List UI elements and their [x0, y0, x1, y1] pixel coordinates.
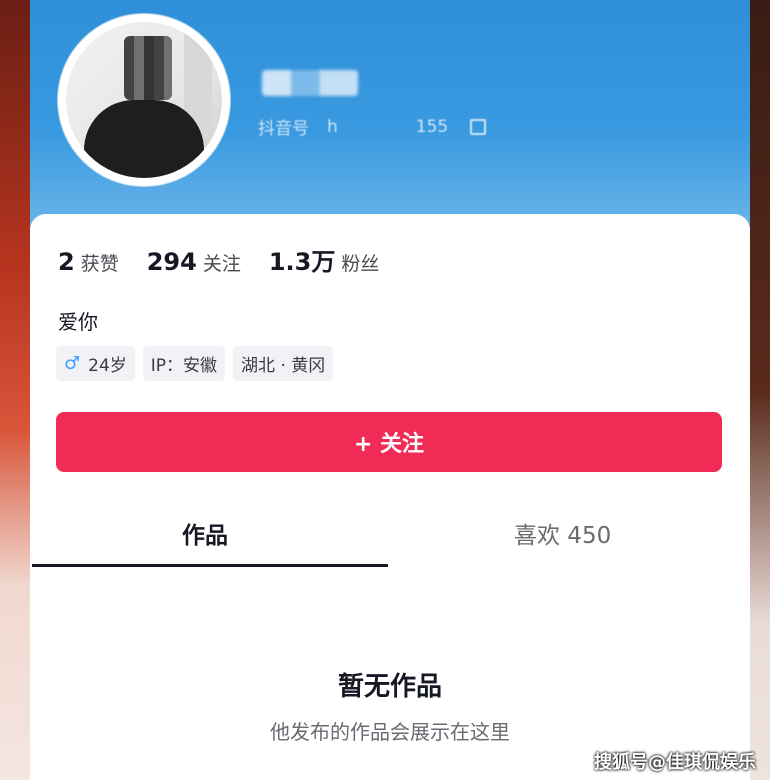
douyin-id-value: h: [327, 116, 338, 137]
avatar[interactable]: [58, 14, 230, 186]
follow-button-label: + 关注: [353, 432, 425, 457]
follow-button[interactable]: + 关注: [56, 412, 722, 472]
tag-age: 24岁: [88, 356, 127, 376]
stat-followers[interactable]: 1.3万 粉丝: [269, 242, 380, 277]
watermark: 搜狐号@佳琪侃娱乐: [594, 752, 756, 773]
content-tabs: 作品 喜欢 450: [30, 510, 750, 568]
male-icon: ♂: [64, 353, 81, 374]
copy-icon[interactable]: [470, 118, 487, 135]
tag-ip: IP：安徽: [142, 346, 226, 381]
bio-text: 爱你: [58, 310, 98, 334]
empty-state-subtitle: 他发布的作品会展示在这里: [270, 720, 510, 744]
tag-gender-age: ♂ 24岁: [56, 346, 135, 381]
stat-likes-num: 2: [58, 248, 75, 276]
stats-row: 2 获赞 294 关注 1.3万 粉丝: [58, 242, 379, 277]
id-count: 155: [415, 116, 449, 137]
stat-following-label: 关注: [202, 253, 241, 275]
profile-header: 抖音号 h 155: [30, 0, 750, 240]
stat-likes[interactable]: 2 获赞: [58, 248, 119, 276]
profile-screen: 抖音号 h 155 2 获赞 294 关注 1.3万 粉丝 爱你 ♂ 24岁 IP：安…: [30, 0, 750, 780]
tag-location: 湖北 · 黄冈: [233, 346, 334, 381]
empty-state-title: 暂无作品: [337, 672, 442, 702]
profile-tags: ♂ 24岁 IP：安徽 湖北 · 黄冈: [56, 346, 334, 381]
douyin-id-label: 抖音号: [258, 119, 309, 139]
profile-card: 2 获赞 294 关注 1.3万 粉丝 爱你 ♂ 24岁 IP：安徽 湖北 · 黄冈 …: [30, 214, 750, 780]
stat-followers-label: 粉丝: [341, 253, 380, 275]
stat-likes-label: 获赞: [80, 253, 119, 275]
tab-likes[interactable]: 喜欢 450: [514, 516, 611, 550]
avatar-mosaic: [124, 36, 172, 100]
douyin-id-row[interactable]: 抖音号 h 155: [258, 114, 487, 139]
stat-following-num: 294: [146, 248, 197, 276]
avatar-photo: [66, 22, 222, 178]
background-left: [0, 0, 34, 780]
stat-following[interactable]: 294 关注: [147, 248, 241, 276]
tab-works[interactable]: 作品: [182, 516, 228, 550]
active-tab-indicator: [32, 564, 388, 567]
username-blurred: [262, 70, 358, 96]
stat-followers-num: 1.3万: [268, 248, 336, 276]
avatar-figure: [84, 100, 204, 178]
